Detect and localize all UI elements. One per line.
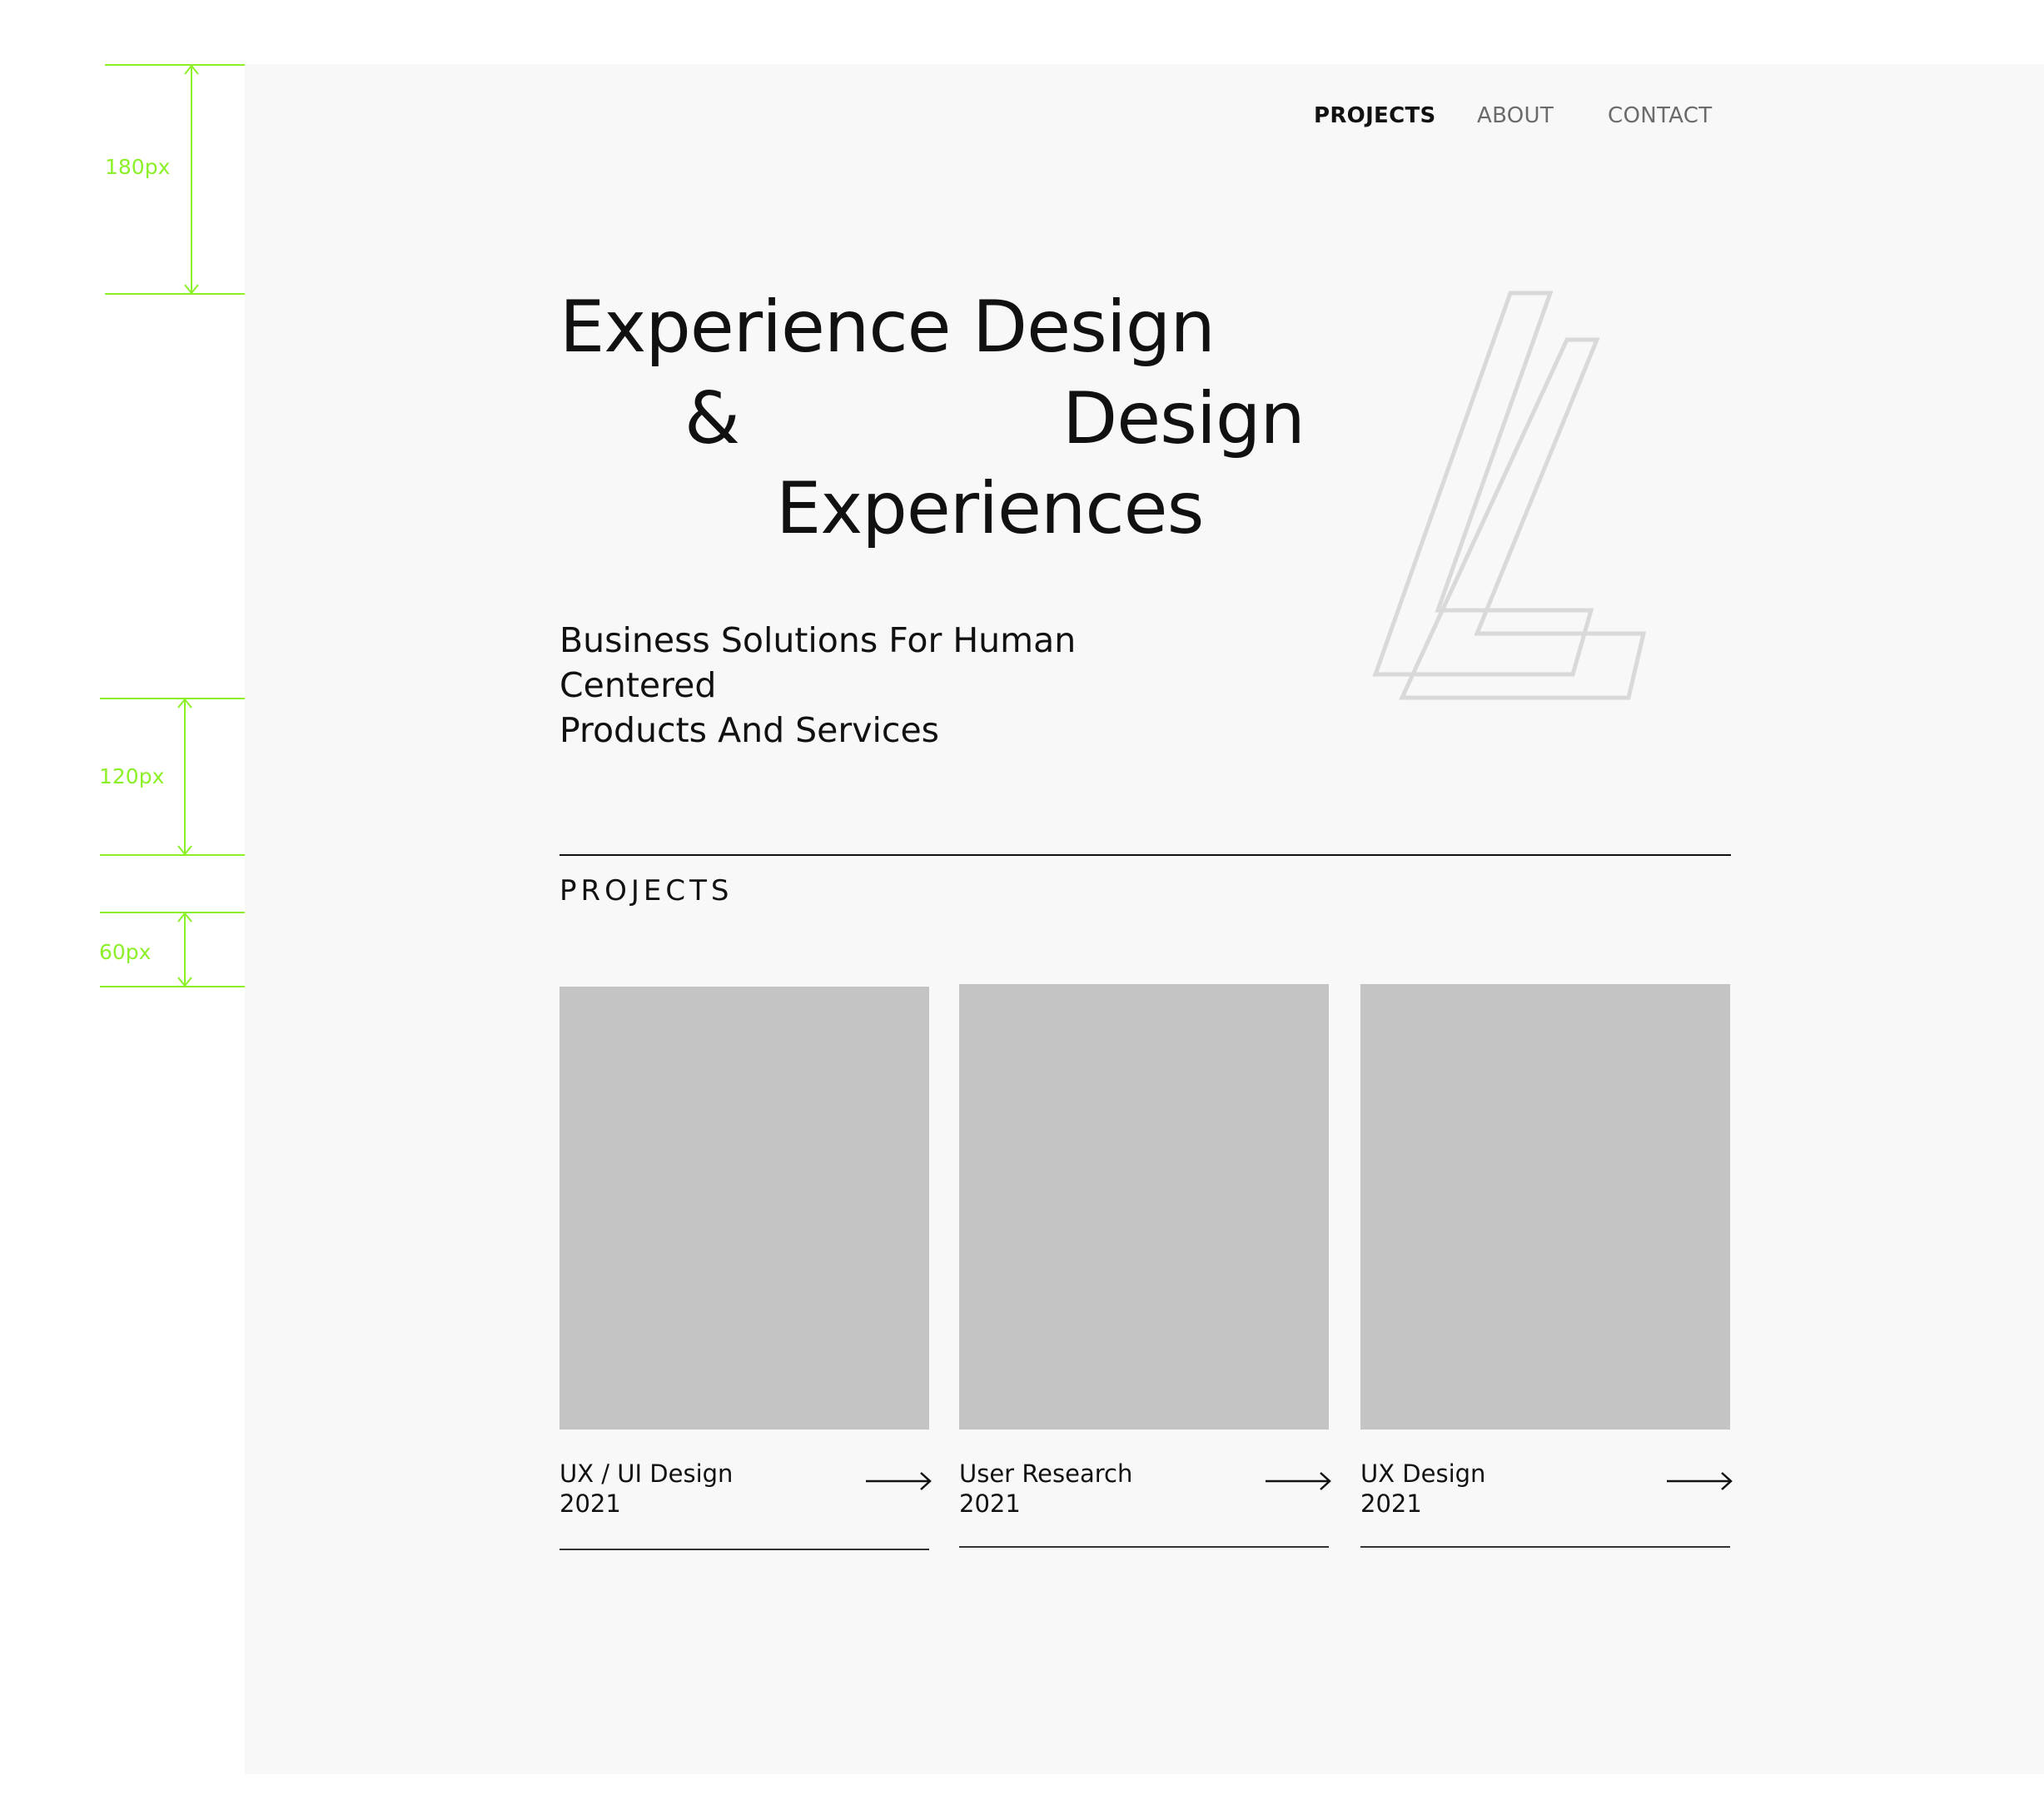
card-divider [559, 1549, 929, 1550]
hero-title-line: Experience Design [559, 286, 1216, 369]
project-year: 2021 [959, 1489, 1021, 1518]
hero-subtitle: Business Solutions For Human Centered Pr… [559, 618, 1242, 753]
project-year: 2021 [559, 1489, 621, 1518]
annotation-arrow-icon [177, 698, 192, 856]
annotation-arrow-icon [177, 912, 192, 987]
section-divider [559, 854, 1731, 856]
nav-link-about[interactable]: ABOUT [1477, 103, 1554, 128]
project-thumbnail-placeholder[interactable] [959, 984, 1329, 1430]
card-divider [1360, 1546, 1730, 1548]
project-year: 2021 [1360, 1489, 1422, 1518]
project-card[interactable]: UX Design 2021 [1360, 984, 1733, 1554]
project-name: User Research [959, 1459, 1133, 1488]
hero-title-word: Design [1062, 377, 1305, 460]
arrow-right-icon[interactable] [1266, 1471, 1332, 1491]
annotation-arrow-icon [184, 64, 199, 295]
project-thumbnail-placeholder[interactable] [559, 987, 929, 1430]
project-thumbnail-placeholder[interactable] [1360, 984, 1730, 1430]
project-card-meta: User Research 2021 [959, 1430, 1332, 1554]
card-divider [959, 1546, 1329, 1548]
project-card-meta: UX Design 2021 [1360, 1430, 1733, 1554]
nav-link-projects[interactable]: PROJECTS [1314, 103, 1436, 128]
project-card[interactable]: User Research 2021 [959, 984, 1332, 1554]
hero-subtitle-line: Products And Services [559, 710, 940, 750]
project-card-meta: UX / UI Design 2021 [559, 1430, 932, 1554]
outlined-letter-l-logo-icon [1372, 291, 1647, 700]
spacing-label-120: 120px [99, 764, 165, 788]
design-canvas: 180px 120px 60px PROJECTS ABOUT CONTACT … [0, 0, 2044, 1815]
spacing-label-180: 180px [105, 155, 171, 179]
spacing-label-60: 60px [99, 940, 152, 964]
hero-title-line: Experiences [776, 467, 1204, 550]
project-name: UX Design [1360, 1459, 1486, 1488]
project-card[interactable]: UX / UI Design 2021 [559, 987, 932, 1554]
arrow-right-icon[interactable] [866, 1471, 932, 1491]
projects-section-title: PROJECTS [559, 874, 734, 908]
project-name: UX / UI Design [559, 1459, 734, 1488]
hero-title-ampersand: & [684, 377, 740, 460]
arrow-right-icon[interactable] [1667, 1471, 1733, 1491]
nav-link-contact[interactable]: CONTACT [1608, 103, 1712, 128]
hero-subtitle-line: Business Solutions For Human Centered [559, 620, 1077, 705]
